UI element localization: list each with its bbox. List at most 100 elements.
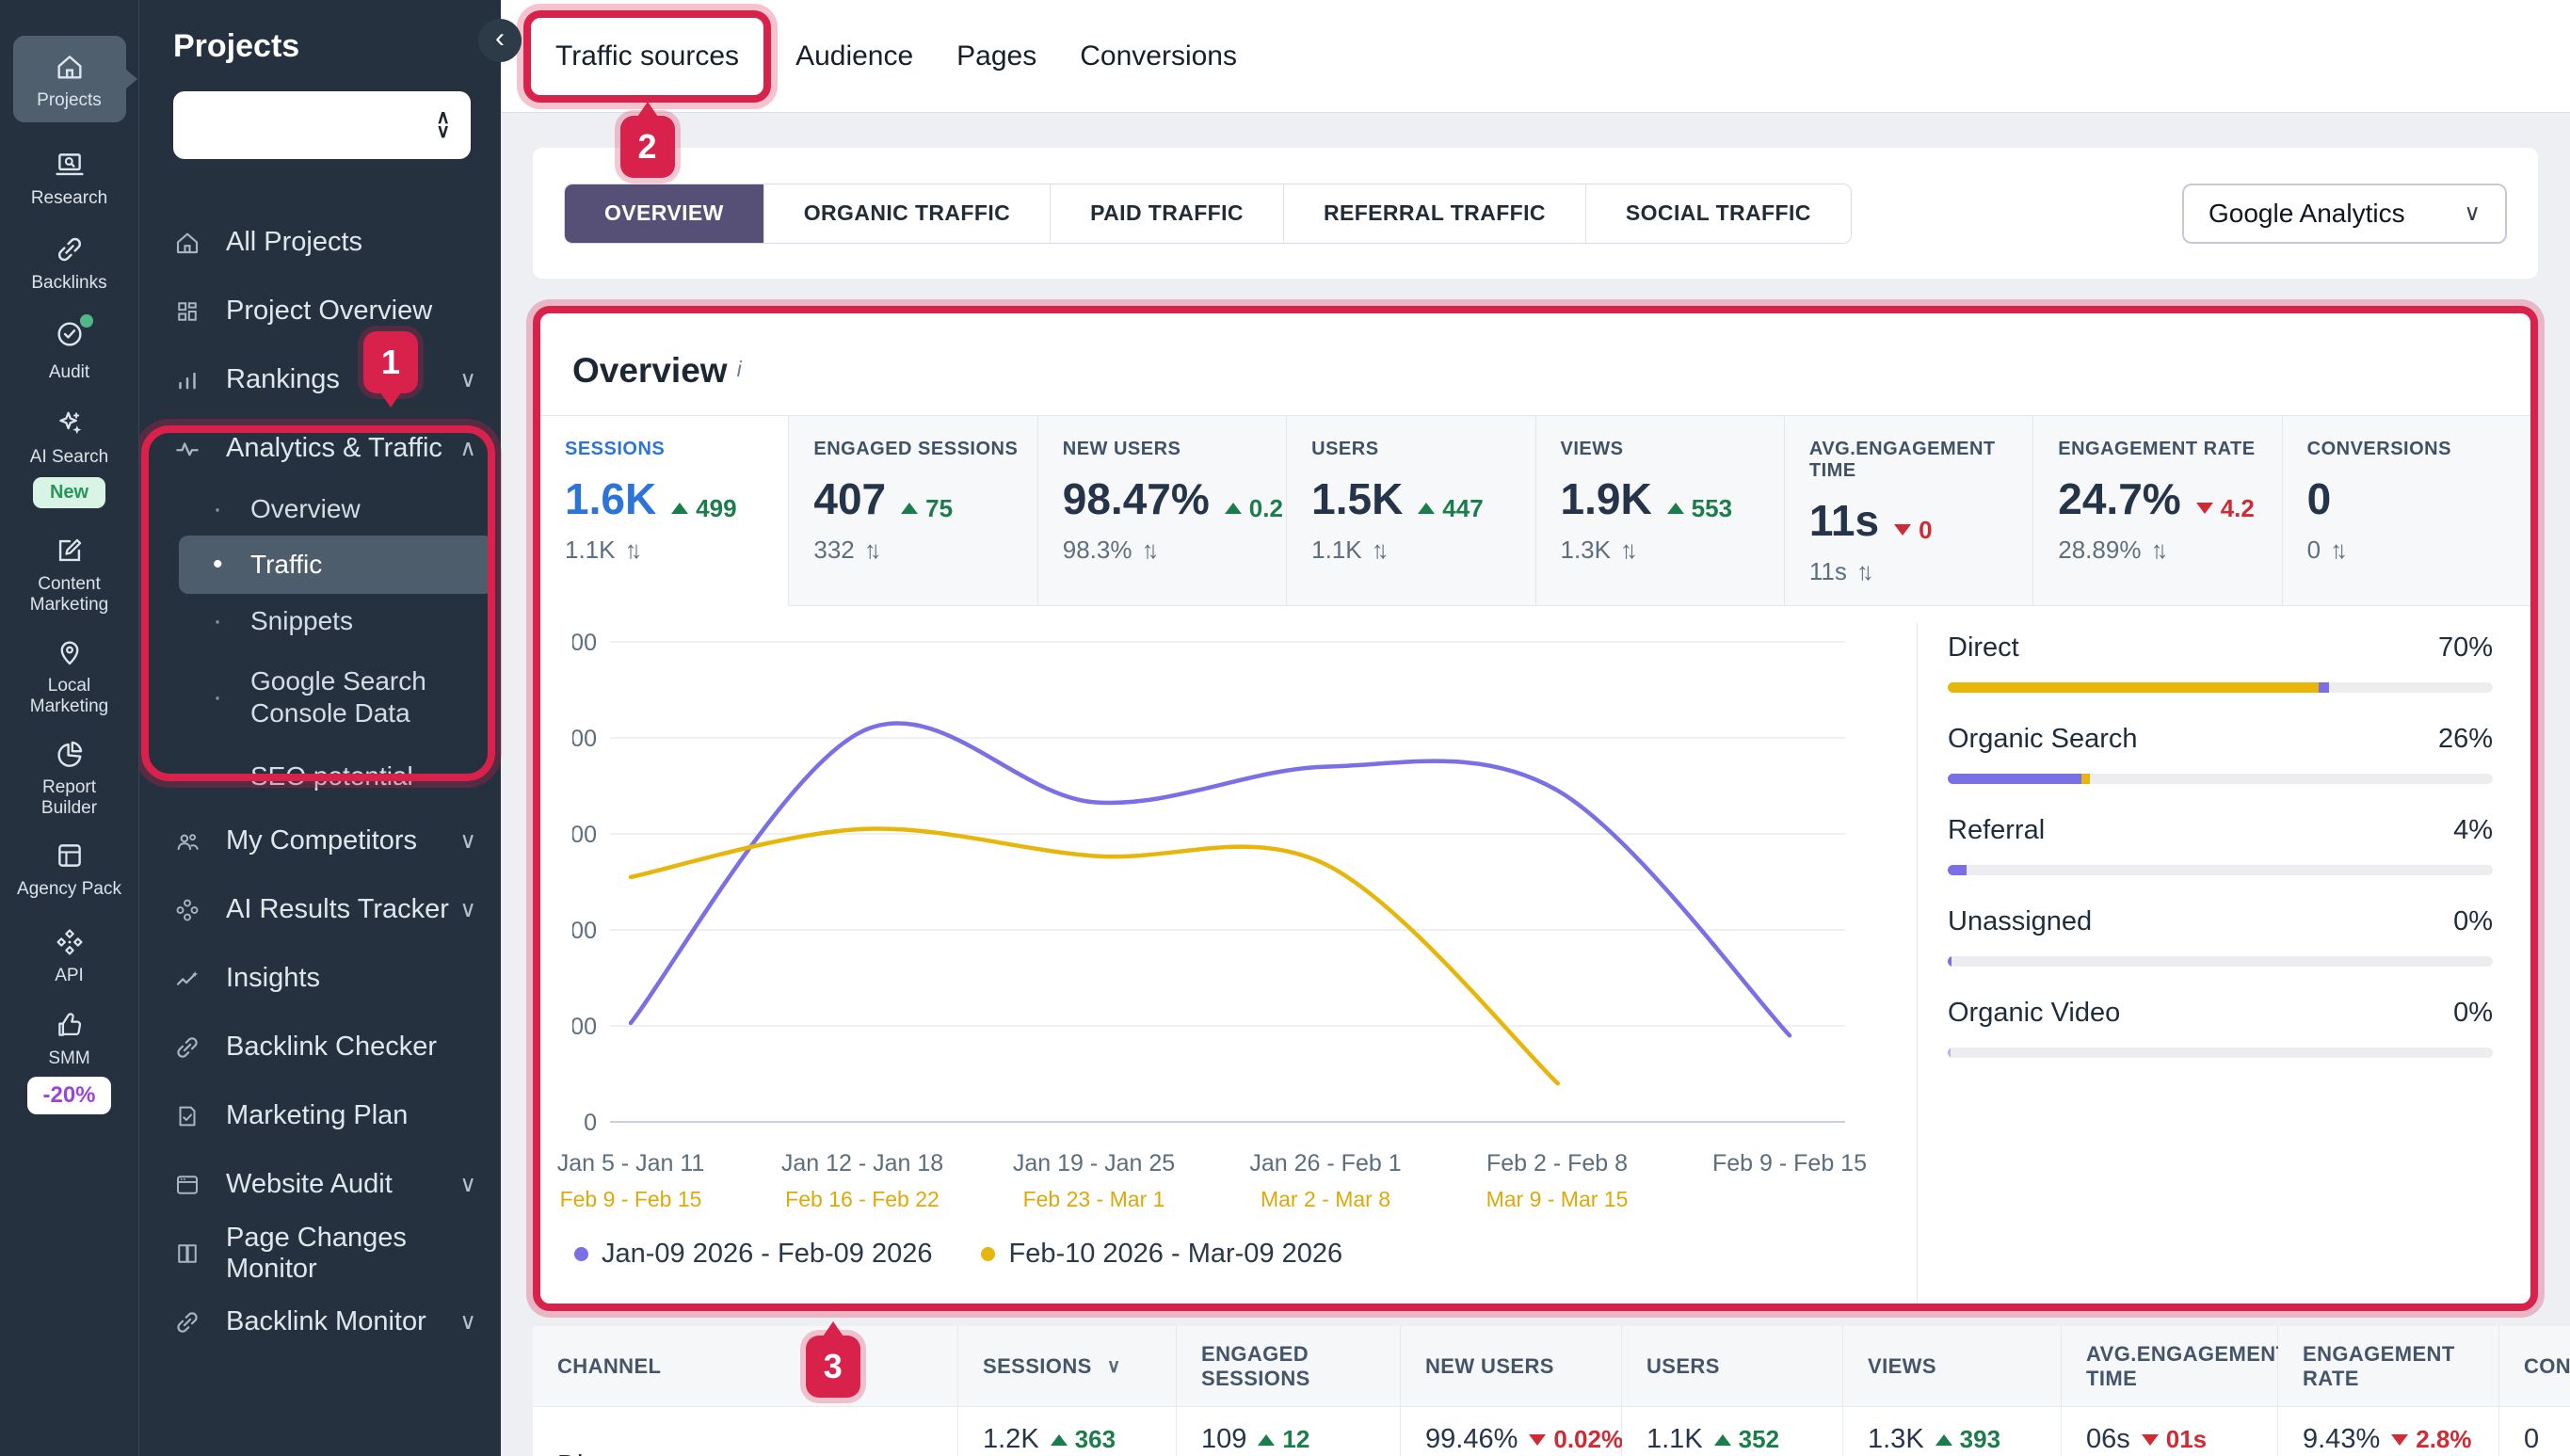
pencil-square-icon <box>54 535 86 567</box>
project-selector[interactable]: ∧∨ <box>173 91 471 159</box>
trend-triangle-icon <box>1894 524 1911 536</box>
sidebar-item-my-competitors[interactable]: My Competitors ∨ <box>139 807 501 875</box>
annotation-badge-2: 2 <box>620 116 675 178</box>
sidebar-item-backlink-monitor[interactable]: Backlink Monitor ∨ <box>139 1288 501 1356</box>
rail-item-local-marketing[interactable]: Local Marketing <box>13 636 126 717</box>
compare-arrows-icon: ↑↓ <box>1856 557 1868 585</box>
info-icon[interactable]: i <box>737 357 742 381</box>
column-header-engagement-rate[interactable]: ENGAGEMENT RATE <box>2278 1326 2499 1407</box>
rail-item-audit[interactable]: Audit <box>13 318 126 383</box>
svg-text:500: 500 <box>572 630 597 656</box>
trend-icon <box>173 965 201 993</box>
legend-compare-period[interactable]: Feb-10 2026 - Mar-09 2026 <box>981 1239 1342 1270</box>
projects-home-icon <box>54 51 86 83</box>
compare-arrows-icon: ↑↓ <box>625 536 636 564</box>
bullet-active-icon: • <box>213 549 250 581</box>
grid-icon <box>173 297 201 326</box>
channel-share-panel: Direct70% Organic Search26% Referral4% <box>1917 623 2530 1304</box>
pulse-icon <box>173 435 201 463</box>
rail-item-ai-search[interactable]: AI Search New <box>13 408 126 508</box>
bullet-icon: · <box>213 493 250 525</box>
subtab-organic-traffic[interactable]: ORGANIC TRAFFIC <box>763 184 1050 243</box>
metric-sessions[interactable]: SESSIONS 1.6K 499 1.1K↑↓ <box>540 416 789 606</box>
sort-chevron-icon[interactable]: ∨ <box>1107 1353 1121 1380</box>
column-header-users[interactable]: USERS <box>1622 1326 1843 1407</box>
sidebar-item-seo-potential[interactable]: · SEO potential <box>139 746 501 807</box>
svg-text:200: 200 <box>572 918 597 944</box>
sidebar-item-google-search-console-data[interactable]: · Google Search Console Data <box>139 648 501 746</box>
tab-traffic-sources[interactable]: Traffic sources <box>555 40 739 72</box>
column-header-engaged-sessions[interactable]: ENGAGED SESSIONS <box>1177 1326 1401 1407</box>
doc-check-icon <box>173 1102 201 1130</box>
sidebar-item-page-changes-monitor[interactable]: Page Changes Monitor <box>139 1219 501 1288</box>
column-header-new-users[interactable]: NEW USERS <box>1401 1326 1622 1407</box>
tab-conversions[interactable]: Conversions <box>1080 40 1237 72</box>
channel-row-organic-video[interactable]: Organic Video0% <box>1948 998 2493 1058</box>
map-pin-icon <box>54 636 86 668</box>
rail-item-agency-pack[interactable]: Agency Pack <box>13 840 126 900</box>
rail-item-api[interactable]: API <box>13 926 126 986</box>
metric-engagement-rate[interactable]: ENGAGEMENT RATE 24.7% 4.2 28.89%↑↓ <box>2033 416 2282 606</box>
channel-row-organic-search[interactable]: Organic Search26% <box>1948 724 2493 784</box>
sidebar-item-traffic[interactable]: • Traffic <box>179 536 493 594</box>
traffic-type-segmented-control: OVERVIEW ORGANIC TRAFFIC PAID TRAFFIC RE… <box>564 184 1852 244</box>
sidebar-item-overview[interactable]: · Overview <box>139 483 501 536</box>
tab-audience[interactable]: Audience <box>795 40 913 72</box>
metric-conversions[interactable]: CONVERSIONS 0 0↑↓ <box>2283 416 2530 606</box>
new-badge: New <box>33 477 105 508</box>
chevron-down-icon: ∨ <box>459 366 476 393</box>
subtab-social-traffic[interactable]: SOCIAL TRAFFIC <box>1585 184 1851 243</box>
sessions-trend-chart[interactable]: 0100200300400500 <box>572 623 1881 1150</box>
rail-item-backlinks[interactable]: Backlinks <box>13 233 126 294</box>
data-source-select[interactable]: Google Analytics ∨ <box>2182 184 2507 244</box>
column-header-avg-engagement-time[interactable]: AVG.ENGAGEMENT TIME <box>2062 1326 2278 1407</box>
chevron-left-icon: ‹ <box>495 23 505 55</box>
column-header-sessions[interactable]: SESSIONS∨ <box>958 1326 1177 1407</box>
sidebar-item-ai-results-tracker[interactable]: AI Results Tracker ∨ <box>139 875 501 944</box>
channel-row-direct[interactable]: Direct70% <box>1948 632 2493 693</box>
metric-new-users[interactable]: NEW USERS 98.47% 0.2 98.3%↑↓ <box>1038 416 1287 606</box>
overview-card: Overview i SESSIONS 1.6K 499 1.1K↑↓ ENGAG… <box>533 306 2538 1311</box>
sidebar-item-analytics-traffic[interactable]: Analytics & Traffic ∧ <box>139 414 501 483</box>
bullet-icon: · <box>213 760 250 792</box>
channel-row-unassigned[interactable]: Unassigned0% <box>1948 906 2493 967</box>
sidebar-item-all-projects[interactable]: All Projects <box>139 208 501 277</box>
plugin-icon <box>54 926 86 958</box>
tab-pages[interactable]: Pages <box>956 40 1036 72</box>
chevron-down-icon: ∨ <box>459 896 476 923</box>
sidebar-item-backlink-checker[interactable]: Backlink Checker <box>139 1013 501 1081</box>
data-source-value: Google Analytics <box>2209 199 2405 229</box>
channel-row-referral[interactable]: Referral4% <box>1948 815 2493 875</box>
sidebar-item-rankings[interactable]: Rankings ∨ <box>139 345 501 414</box>
sidebar-item-project-overview[interactable]: Project Overview <box>139 277 501 345</box>
rail-item-content-marketing[interactable]: Content Marketing <box>13 535 126 616</box>
sidebar-item-insights[interactable]: Insights <box>139 944 501 1013</box>
rail-item-projects[interactable]: Projects <box>13 36 126 122</box>
column-header-views[interactable]: VIEWS <box>1843 1326 2062 1407</box>
subtab-overview[interactable]: OVERVIEW <box>565 184 763 243</box>
sidebar-item-website-audit[interactable]: Website Audit ∨ <box>139 1150 501 1219</box>
metric-views[interactable]: VIEWS 1.9K 553 1.3K↑↓ <box>1536 416 1785 606</box>
sidebar-item-snippets[interactable]: · Snippets <box>139 594 501 648</box>
column-header-conversions[interactable]: CONVERSIONS <box>2499 1326 2570 1407</box>
legend-current-period[interactable]: Jan-09 2026 - Feb-09 2026 <box>574 1239 932 1270</box>
column-header-channel[interactable]: CHANNEL 3 <box>533 1326 958 1407</box>
link-icon <box>173 1033 201 1062</box>
cell-engaged-sessions: 10912 97↑↓ <box>1177 1407 1401 1456</box>
rail-item-smm[interactable]: SMM -20% <box>13 1009 126 1114</box>
sidebar-collapse-button[interactable]: ‹ <box>478 19 522 62</box>
subtab-paid-traffic[interactable]: PAID TRAFFIC <box>1050 184 1283 243</box>
overview-title: Overview <box>572 351 728 390</box>
rail-item-research[interactable]: Research <box>13 149 126 209</box>
trend-triangle-icon <box>1418 503 1435 514</box>
chart-section: 0100200300400500 Jan 5 - Jan 11Feb 9 - F… <box>540 606 2530 1304</box>
metric-users[interactable]: USERS 1.5K 447 1.1K↑↓ <box>1287 416 1535 606</box>
sidebar-item-marketing-plan[interactable]: Marketing Plan <box>139 1081 501 1150</box>
metric-avg-engagement-time[interactable]: AVG.ENGAGEMENT TIME 11s 0 11s↑↓ <box>1785 416 2033 606</box>
channel-progress-bar <box>1948 682 2493 693</box>
rail-item-report-builder[interactable]: Report Builder <box>13 738 126 819</box>
metric-engaged-sessions[interactable]: ENGAGED SESSIONS 407 75 332↑↓ <box>789 416 1037 606</box>
table-row-direct-channel[interactable]: Direct <box>533 1407 958 1456</box>
subtab-referral-traffic[interactable]: REFERRAL TRAFFIC <box>1283 184 1585 243</box>
main-content: ‹ Traffic sources 2 Audience Pages Conve… <box>501 0 2570 1456</box>
